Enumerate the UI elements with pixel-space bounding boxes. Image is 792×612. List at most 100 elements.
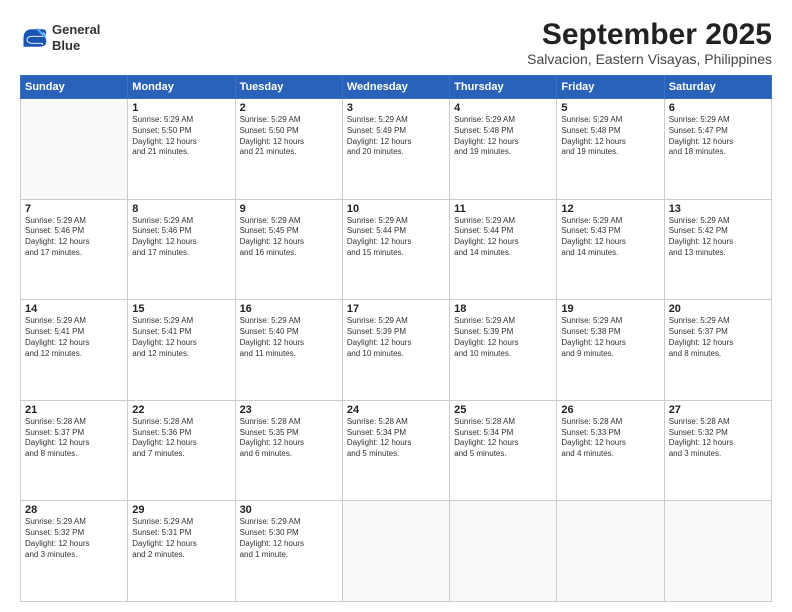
cell-2-7: 13Sunrise: 5:29 AM Sunset: 5:42 PM Dayli… [664,199,771,300]
cell-2-6: 12Sunrise: 5:29 AM Sunset: 5:43 PM Dayli… [557,199,664,300]
day-number: 21 [25,404,123,416]
col-saturday: Saturday [664,76,771,99]
cell-4-2: 22Sunrise: 5:28 AM Sunset: 5:36 PM Dayli… [128,400,235,501]
day-info: Sunrise: 5:29 AM Sunset: 5:48 PM Dayligh… [454,115,552,158]
day-number: 13 [669,203,767,215]
cell-1-1 [21,99,128,200]
day-info: Sunrise: 5:28 AM Sunset: 5:34 PM Dayligh… [347,417,445,460]
day-info: Sunrise: 5:29 AM Sunset: 5:49 PM Dayligh… [347,115,445,158]
cell-1-4: 3Sunrise: 5:29 AM Sunset: 5:49 PM Daylig… [342,99,449,200]
logo-icon [20,24,48,52]
day-info: Sunrise: 5:29 AM Sunset: 5:41 PM Dayligh… [132,316,230,359]
cell-5-6 [557,501,664,602]
day-info: Sunrise: 5:29 AM Sunset: 5:50 PM Dayligh… [240,115,338,158]
logo-line2: Blue [52,38,80,53]
cell-5-1: 28Sunrise: 5:29 AM Sunset: 5:32 PM Dayli… [21,501,128,602]
day-info: Sunrise: 5:29 AM Sunset: 5:46 PM Dayligh… [25,216,123,259]
cell-2-3: 9Sunrise: 5:29 AM Sunset: 5:45 PM Daylig… [235,199,342,300]
day-info: Sunrise: 5:29 AM Sunset: 5:42 PM Dayligh… [669,216,767,259]
day-info: Sunrise: 5:29 AM Sunset: 5:37 PM Dayligh… [669,316,767,359]
logo-text: General Blue [52,22,100,53]
day-info: Sunrise: 5:29 AM Sunset: 5:31 PM Dayligh… [132,517,230,560]
logo: General Blue [20,22,100,53]
cell-1-6: 5Sunrise: 5:29 AM Sunset: 5:48 PM Daylig… [557,99,664,200]
day-number: 20 [669,303,767,315]
cell-4-4: 24Sunrise: 5:28 AM Sunset: 5:34 PM Dayli… [342,400,449,501]
header-row: Sunday Monday Tuesday Wednesday Thursday… [21,76,772,99]
day-number: 14 [25,303,123,315]
day-info: Sunrise: 5:29 AM Sunset: 5:39 PM Dayligh… [347,316,445,359]
day-number: 19 [561,303,659,315]
day-number: 8 [132,203,230,215]
day-number: 1 [132,102,230,114]
cell-2-5: 11Sunrise: 5:29 AM Sunset: 5:44 PM Dayli… [450,199,557,300]
cell-3-6: 19Sunrise: 5:29 AM Sunset: 5:38 PM Dayli… [557,300,664,401]
day-number: 29 [132,504,230,516]
day-info: Sunrise: 5:29 AM Sunset: 5:40 PM Dayligh… [240,316,338,359]
week-row-3: 14 Sunrise: 5:29 AM Sunset: 5:41 PM Dayli… [21,300,772,401]
day-info: Sunrise: 5:28 AM Sunset: 5:36 PM Dayligh… [132,417,230,460]
cell-5-2: 29Sunrise: 5:29 AM Sunset: 5:31 PM Dayli… [128,501,235,602]
cell-3-4: 17Sunrise: 5:29 AM Sunset: 5:39 PM Dayli… [342,300,449,401]
day-number: 30 [240,504,338,516]
calendar-table: Sunday Monday Tuesday Wednesday Thursday… [20,75,772,602]
day-number: 5 [561,102,659,114]
day-number: 15 [132,303,230,315]
col-monday: Monday [128,76,235,99]
cell-4-1: 21Sunrise: 5:28 AM Sunset: 5:37 PM Dayli… [21,400,128,501]
day-number: 7 [25,203,123,215]
month-title: September 2025 [527,18,772,51]
cell-2-1: 7Sunrise: 5:29 AM Sunset: 5:46 PM Daylig… [21,199,128,300]
cell-2-2: 8Sunrise: 5:29 AM Sunset: 5:46 PM Daylig… [128,199,235,300]
cell-1-5: 4Sunrise: 5:29 AM Sunset: 5:48 PM Daylig… [450,99,557,200]
day-number: 22 [132,404,230,416]
cell-4-6: 26Sunrise: 5:28 AM Sunset: 5:33 PM Dayli… [557,400,664,501]
day-info: Sunrise: 5:28 AM Sunset: 5:34 PM Dayligh… [454,417,552,460]
cell-5-4 [342,501,449,602]
cell-5-3: 30Sunrise: 5:29 AM Sunset: 5:30 PM Dayli… [235,501,342,602]
cell-1-3: 2Sunrise: 5:29 AM Sunset: 5:50 PM Daylig… [235,99,342,200]
day-info: Sunrise: 5:29 AM Sunset: 5:50 PM Dayligh… [132,115,230,158]
day-number: 24 [347,404,445,416]
day-number: 26 [561,404,659,416]
day-info: Sunrise: 5:28 AM Sunset: 5:37 PM Dayligh… [25,417,123,460]
day-number: 16 [240,303,338,315]
week-row-4: 21Sunrise: 5:28 AM Sunset: 5:37 PM Dayli… [21,400,772,501]
day-number: 17 [347,303,445,315]
cell-2-4: 10Sunrise: 5:29 AM Sunset: 5:44 PM Dayli… [342,199,449,300]
day-info: Sunrise: 5:29 AM Sunset: 5:44 PM Dayligh… [454,216,552,259]
day-number: 10 [347,203,445,215]
cell-4-5: 25Sunrise: 5:28 AM Sunset: 5:34 PM Dayli… [450,400,557,501]
day-number: 6 [669,102,767,114]
day-number: 18 [454,303,552,315]
cell-3-7: 20Sunrise: 5:29 AM Sunset: 5:37 PM Dayli… [664,300,771,401]
day-info: Sunrise: 5:29 AM Sunset: 5:32 PM Dayligh… [25,517,123,560]
day-info: Sunrise: 5:29 AM Sunset: 5:47 PM Dayligh… [669,115,767,158]
day-info: Sunrise: 5:28 AM Sunset: 5:35 PM Dayligh… [240,417,338,460]
day-info: Sunrise: 5:28 AM Sunset: 5:33 PM Dayligh… [561,417,659,460]
col-thursday: Thursday [450,76,557,99]
day-number: 3 [347,102,445,114]
day-number: 11 [454,203,552,215]
header: General Blue September 2025 Salvacion, E… [20,18,772,67]
location-title: Salvacion, Eastern Visayas, Philippines [527,51,772,67]
day-number: 12 [561,203,659,215]
day-info: Sunrise: 5:29 AM Sunset: 5:45 PM Dayligh… [240,216,338,259]
week-row-1: 1Sunrise: 5:29 AM Sunset: 5:50 PM Daylig… [21,99,772,200]
day-info: Sunrise: 5:29 AM Sunset: 5:46 PM Dayligh… [132,216,230,259]
cell-3-5: 18Sunrise: 5:29 AM Sunset: 5:39 PM Dayli… [450,300,557,401]
day-number: 2 [240,102,338,114]
cell-4-3: 23Sunrise: 5:28 AM Sunset: 5:35 PM Dayli… [235,400,342,501]
cell-3-2: 15Sunrise: 5:29 AM Sunset: 5:41 PM Dayli… [128,300,235,401]
day-number: 28 [25,504,123,516]
day-number: 4 [454,102,552,114]
cell-5-7 [664,501,771,602]
day-number: 23 [240,404,338,416]
cell-1-2: 1Sunrise: 5:29 AM Sunset: 5:50 PM Daylig… [128,99,235,200]
day-info: Sunrise: 5:29 AM Sunset: 5:38 PM Dayligh… [561,316,659,359]
day-info: Sunrise: 5:29 AM Sunset: 5:30 PM Dayligh… [240,517,338,560]
cell-3-3: 16Sunrise: 5:29 AM Sunset: 5:40 PM Dayli… [235,300,342,401]
week-row-5: 28Sunrise: 5:29 AM Sunset: 5:32 PM Dayli… [21,501,772,602]
col-tuesday: Tuesday [235,76,342,99]
day-number: 27 [669,404,767,416]
